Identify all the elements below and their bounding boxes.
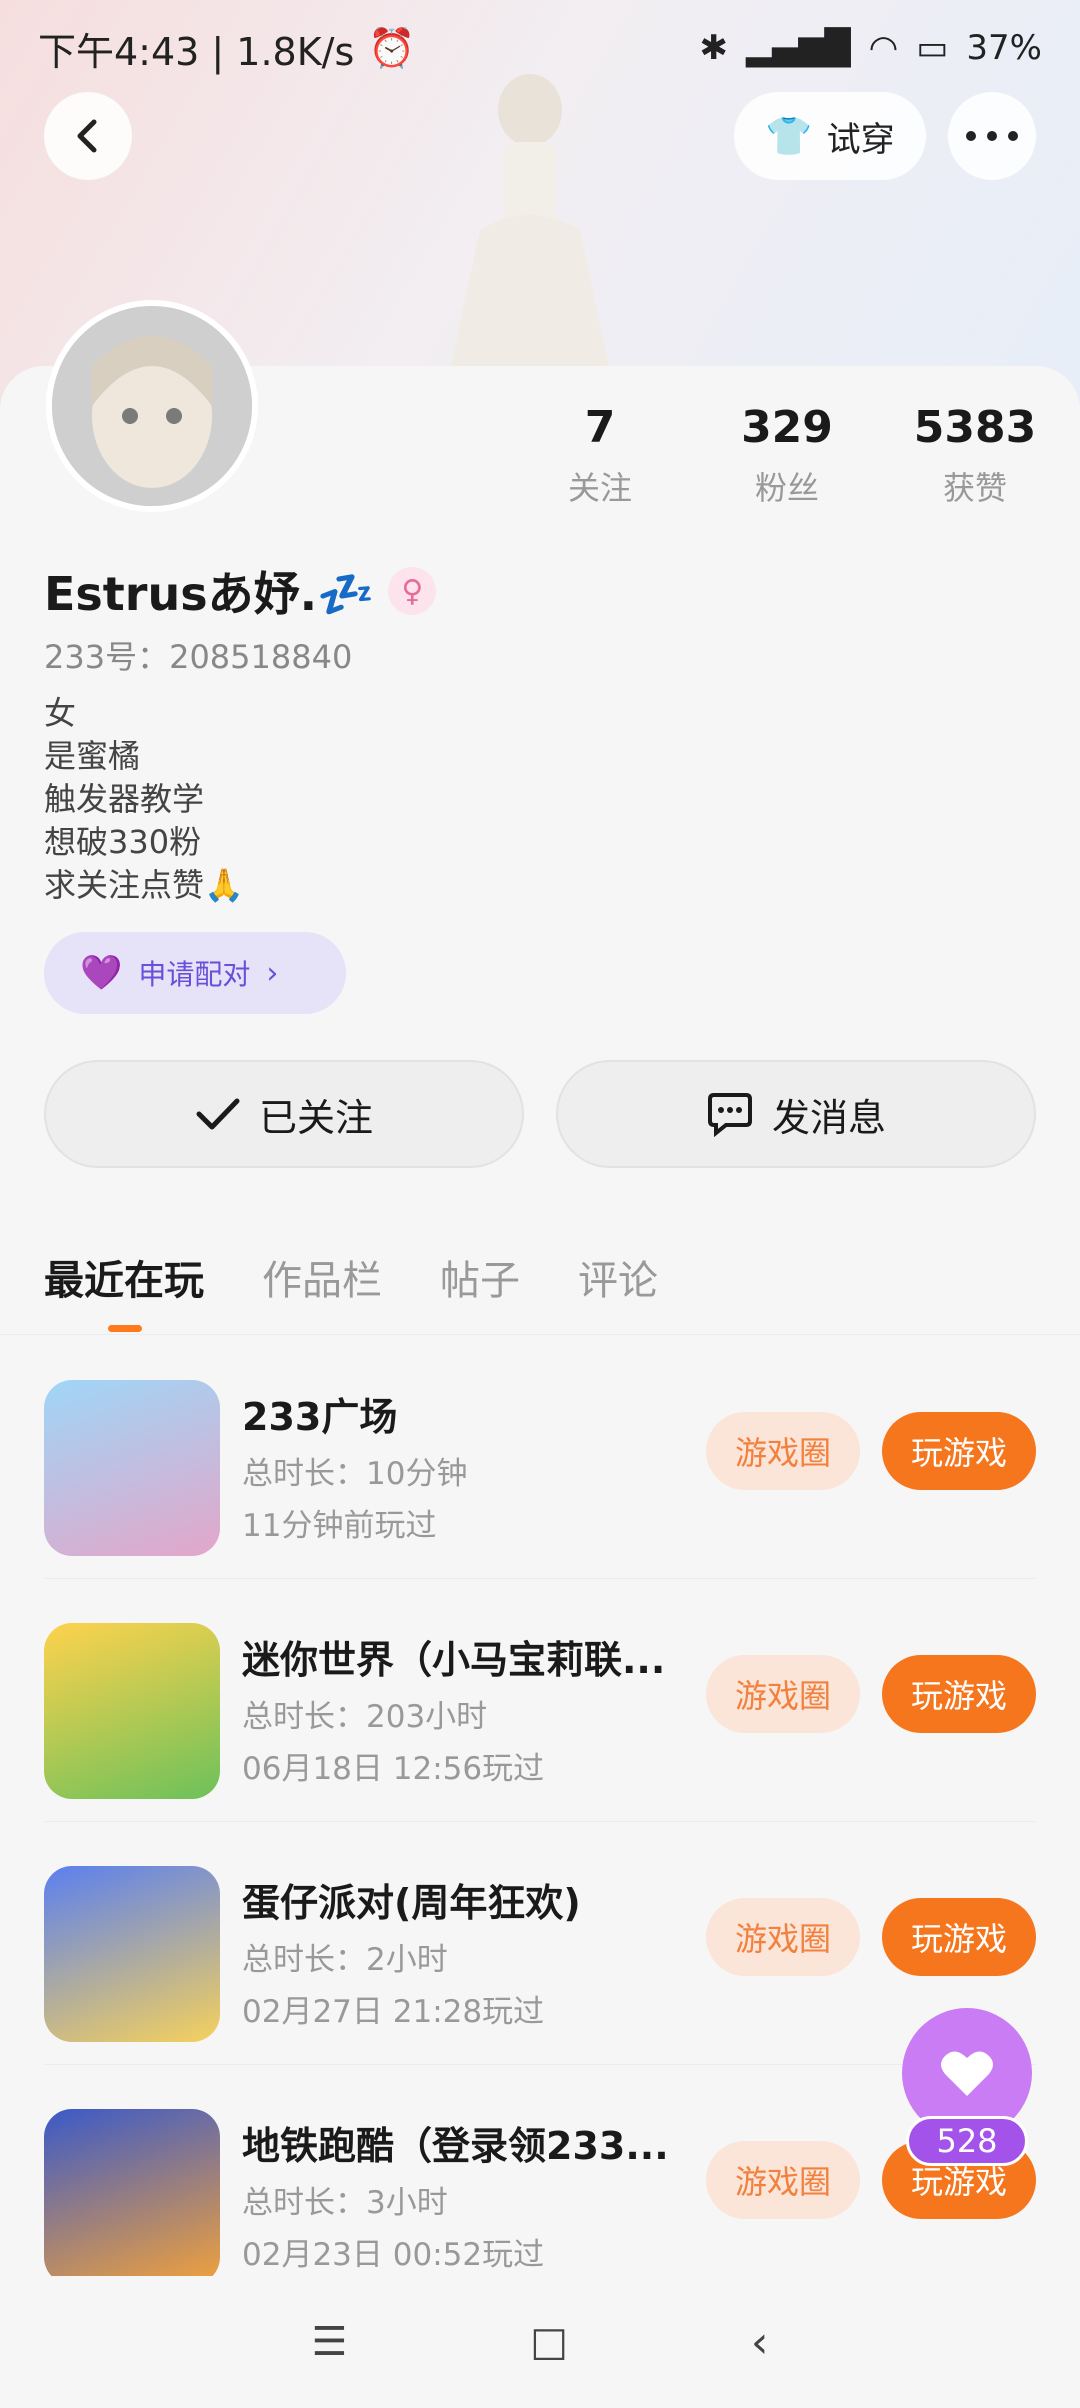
user-name: Estrusあ妤.💤	[44, 567, 375, 621]
female-icon: ♀	[388, 567, 437, 615]
game-icon	[44, 1623, 220, 1799]
game-duration: 总时长：2小时	[242, 1942, 448, 1978]
game-icon	[44, 2109, 220, 2285]
followed-label: 已关注	[258, 1095, 373, 1140]
like-count-badge: 528	[906, 2116, 1028, 2166]
try-on-button[interactable]: 👕 试穿	[734, 92, 926, 180]
wifi-icon: ◠	[868, 28, 899, 68]
status-time: 下午4:43 | 1.8K/s	[38, 29, 355, 74]
game-last-played: 02月27日 21:28玩过	[242, 1994, 545, 2030]
play-game-button[interactable]: 玩游戏	[882, 1655, 1036, 1733]
user-bio: 女 是蜜橘 触发器教学 想破330粉 求关注点赞🙏	[44, 692, 244, 907]
tab-comments[interactable]: 评论	[578, 1248, 658, 1306]
user-id: 233号：208518840	[44, 638, 353, 676]
stat-likes[interactable]: 5383 获赞	[895, 402, 1055, 509]
game-title: 蛋仔派对(周年狂欢)	[242, 1881, 581, 1925]
bio-line: 求关注点赞🙏	[44, 866, 244, 904]
bio-line: 触发器教学	[44, 780, 205, 818]
active-tab-indicator	[108, 1325, 142, 1332]
game-row[interactable]: 233广场 总时长：10分钟 11分钟前玩过 游戏圈 玩游戏	[0, 1336, 1080, 1579]
menu-icon[interactable]: ☰	[311, 2319, 347, 2365]
shirt-icon: 👕	[765, 113, 813, 158]
avatar-3d-figure	[450, 74, 610, 370]
game-icon	[44, 1380, 220, 1556]
game-title: 233广场	[242, 1395, 398, 1439]
stat-fans[interactable]: 329 粉丝	[707, 402, 867, 509]
purple-heart-icon: 💜	[80, 953, 123, 993]
bio-line: 想破330粉	[44, 823, 202, 861]
play-game-button[interactable]: 玩游戏	[882, 1898, 1036, 1976]
nav-back-icon[interactable]: ‹	[751, 2317, 769, 2368]
back-arrow-icon	[77, 119, 97, 153]
tabs-divider	[0, 1334, 1080, 1335]
stat-fans-label: 粉丝	[754, 469, 819, 507]
game-circle-button[interactable]: 游戏圈	[706, 1655, 860, 1733]
bio-line: 女	[44, 694, 77, 732]
back-button[interactable]	[44, 92, 132, 180]
avatar[interactable]	[46, 300, 258, 512]
game-title: 迷你世界（小马宝莉联...	[242, 1638, 666, 1682]
tab-posts[interactable]: 帖子	[440, 1248, 520, 1306]
stat-following[interactable]: 7 关注	[520, 402, 680, 509]
profile-tabs: 最近在玩 作品栏 帖子 评论	[44, 1248, 658, 1306]
play-game-button[interactable]: 玩游戏	[882, 1412, 1036, 1490]
tab-works[interactable]: 作品栏	[262, 1248, 382, 1306]
check-icon	[196, 1098, 240, 1130]
game-last-played: 06月18日 12:56玩过	[242, 1751, 545, 1787]
system-nav-bar: ☰ □ ‹	[0, 2276, 1080, 2408]
more-button[interactable]	[948, 92, 1036, 180]
alarm-icon: ⏰	[368, 25, 416, 70]
tab-recent-play[interactable]: 最近在玩	[44, 1248, 204, 1306]
game-circle-button[interactable]: 游戏圈	[706, 1898, 860, 1976]
bio-line: 是蜜橘	[44, 737, 141, 775]
try-on-label: 试穿	[826, 119, 895, 160]
chat-bubble-icon	[707, 1093, 752, 1137]
heart-icon	[941, 2051, 993, 2096]
apply-pair-button[interactable]: 💜 申请配对 ›	[44, 932, 346, 1014]
stat-following-count: 7	[584, 402, 616, 453]
stat-likes-label: 获赞	[942, 469, 1007, 507]
game-circle-button[interactable]: 游戏圈	[706, 2141, 860, 2219]
chevron-right-icon: ›	[266, 955, 279, 991]
game-title: 地铁跑酷（登录领233...	[242, 2124, 669, 2168]
battery-icon: ▭	[916, 28, 949, 68]
stat-following-label: 关注	[567, 469, 632, 507]
game-duration: 总时长：203小时	[242, 1699, 488, 1735]
game-last-played: 02月23日 00:52玩过	[242, 2237, 545, 2273]
more-dots-icon	[966, 131, 1018, 141]
game-icon	[44, 1866, 220, 2042]
game-circle-button[interactable]: 游戏圈	[706, 1412, 860, 1490]
game-row[interactable]: 迷你世界（小马宝莉联... 总时长：203小时 06月18日 12:56玩过 游…	[0, 1579, 1080, 1822]
apply-pair-label: 申请配对	[138, 958, 251, 991]
bluetooth-icon: ✱	[699, 28, 729, 68]
send-message-button[interactable]: 发消息	[556, 1060, 1036, 1168]
stat-fans-count: 329	[741, 402, 833, 453]
signal-icon: ▂▄▆█	[746, 28, 851, 68]
send-message-label: 发消息	[771, 1095, 886, 1140]
game-duration: 总时长：10分钟	[242, 1456, 468, 1492]
home-icon[interactable]: □	[530, 2319, 568, 2365]
game-last-played: 11分钟前玩过	[242, 1508, 437, 1544]
user-name-row: Estrusあ妤.💤 ♀	[44, 558, 437, 624]
battery-level: 37%	[966, 28, 1042, 68]
game-duration: 总时长：3小时	[242, 2185, 448, 2221]
stat-likes-count: 5383	[913, 402, 1037, 453]
avatar-face-image	[52, 306, 252, 506]
followed-button[interactable]: 已关注	[44, 1060, 524, 1168]
